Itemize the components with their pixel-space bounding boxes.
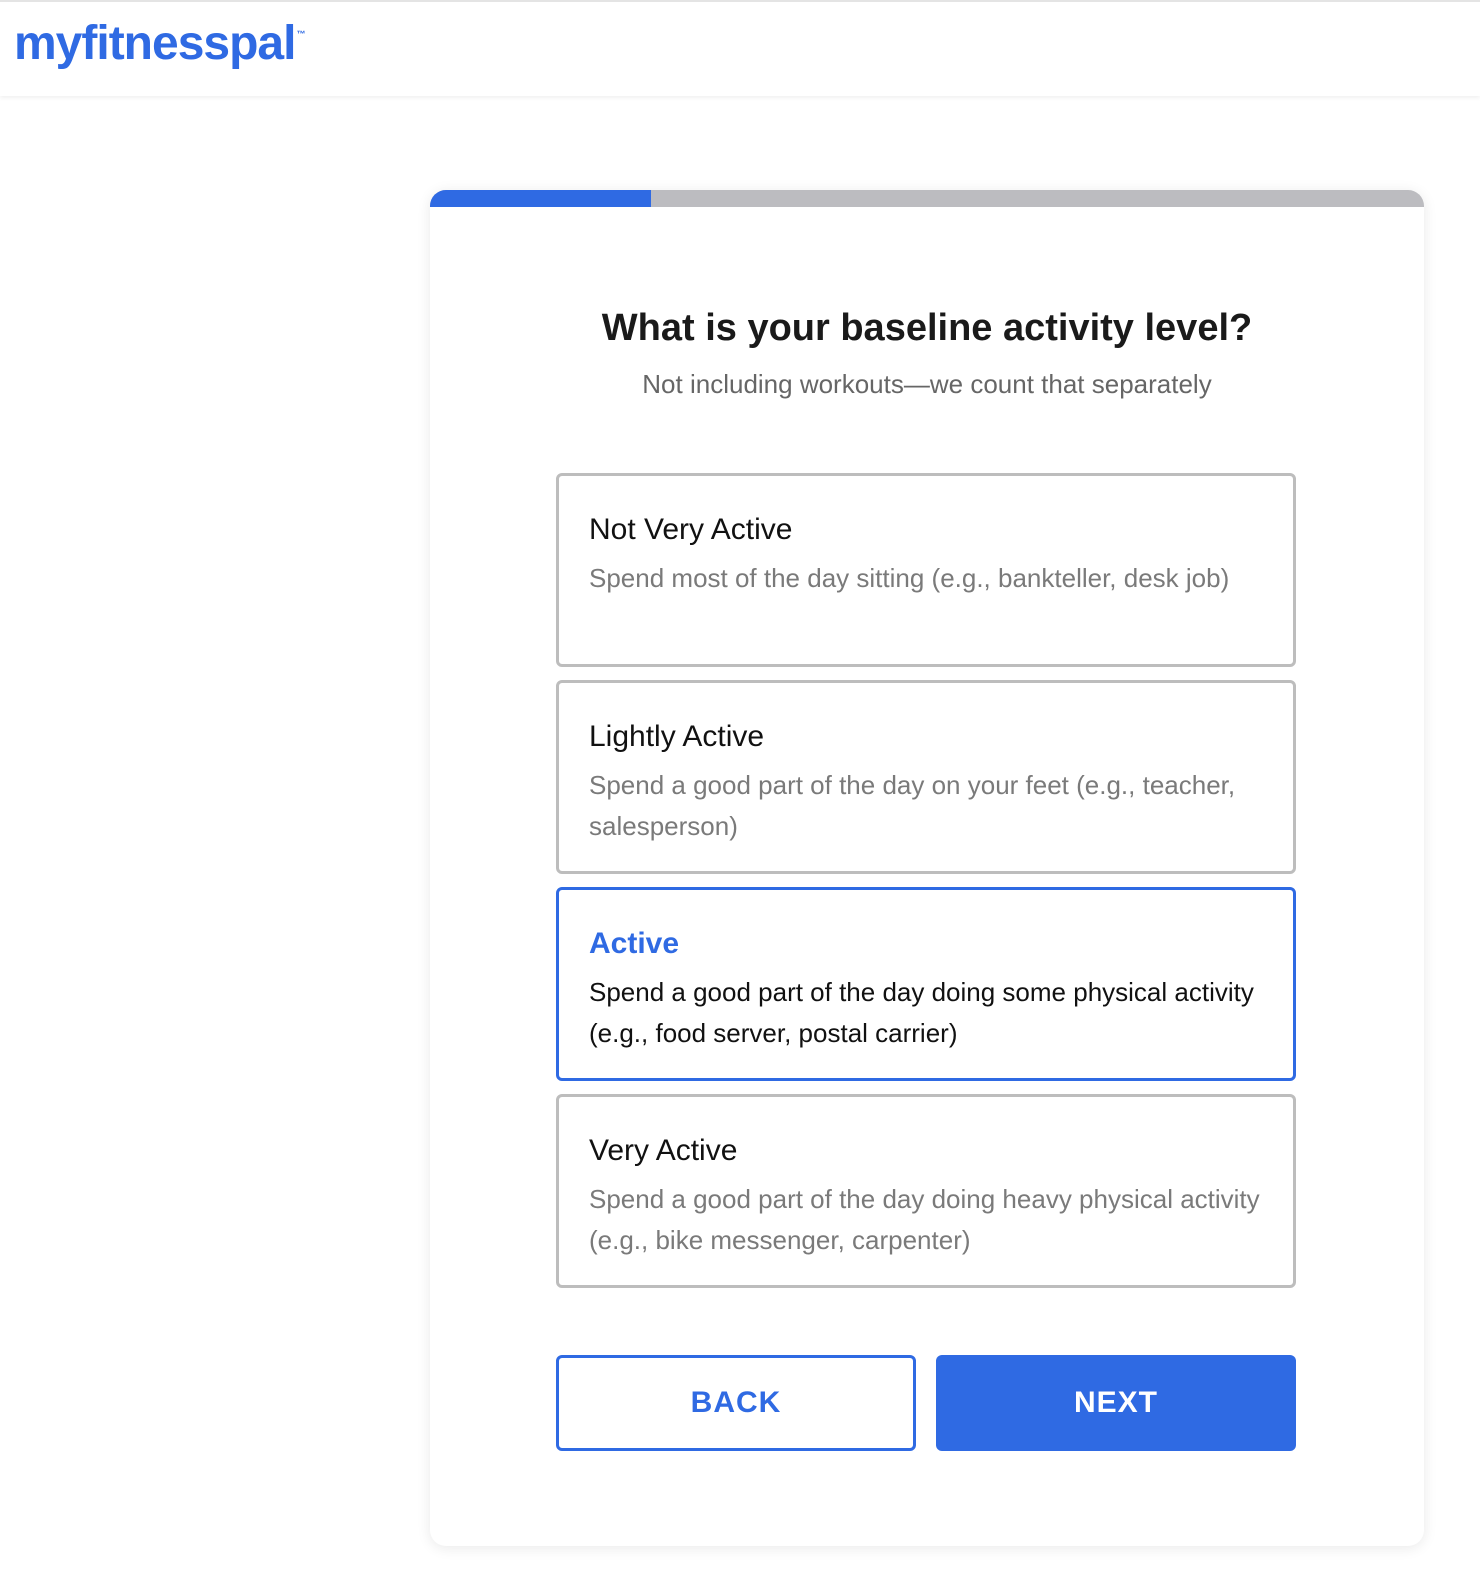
option-title: Lightly Active: [589, 720, 765, 753]
logo-wordmark: myfitnesspal: [14, 17, 296, 70]
logo-trademark: ™: [296, 29, 306, 39]
question-subtitle: Not including workouts—we count that sep…: [642, 369, 1212, 399]
option-not-very-active[interactable]: Not Very Active Spend most of the day si…: [556, 473, 1296, 667]
question-title: What is your baseline activity level?: [601, 307, 1253, 349]
progress-bar-fill: [430, 190, 651, 207]
option-lightly-active[interactable]: Lightly Active Spend a good part of the …: [556, 680, 1296, 874]
option-title: Not Very Active: [589, 513, 793, 546]
next-button[interactable]: NEXT: [936, 1355, 1296, 1451]
option-description: Spend most of the day sitting (e.g., ban…: [589, 563, 1230, 593]
option-description: Spend a good part of the day doing some …: [589, 977, 1254, 1048]
top-header: myfitnesspal™: [0, 0, 1480, 96]
option-active[interactable]: Active Spend a good part of the day doin…: [556, 887, 1296, 1081]
onboarding-card: What is your baseline activity level? No…: [430, 190, 1424, 1546]
progress-bar: [430, 190, 1424, 207]
option-title: Very Active: [589, 1134, 738, 1167]
activity-level-options: Not Very Active Spend most of the day si…: [556, 473, 1296, 1301]
back-button[interactable]: BACK: [556, 1355, 916, 1451]
option-very-active[interactable]: Very Active Spend a good part of the day…: [556, 1094, 1296, 1288]
myfitnesspal-logo[interactable]: myfitnesspal™: [14, 20, 305, 68]
option-description: Spend a good part of the day on your fee…: [589, 770, 1236, 841]
option-title: Active: [589, 927, 680, 960]
option-description: Spend a good part of the day doing heavy…: [589, 1184, 1260, 1255]
